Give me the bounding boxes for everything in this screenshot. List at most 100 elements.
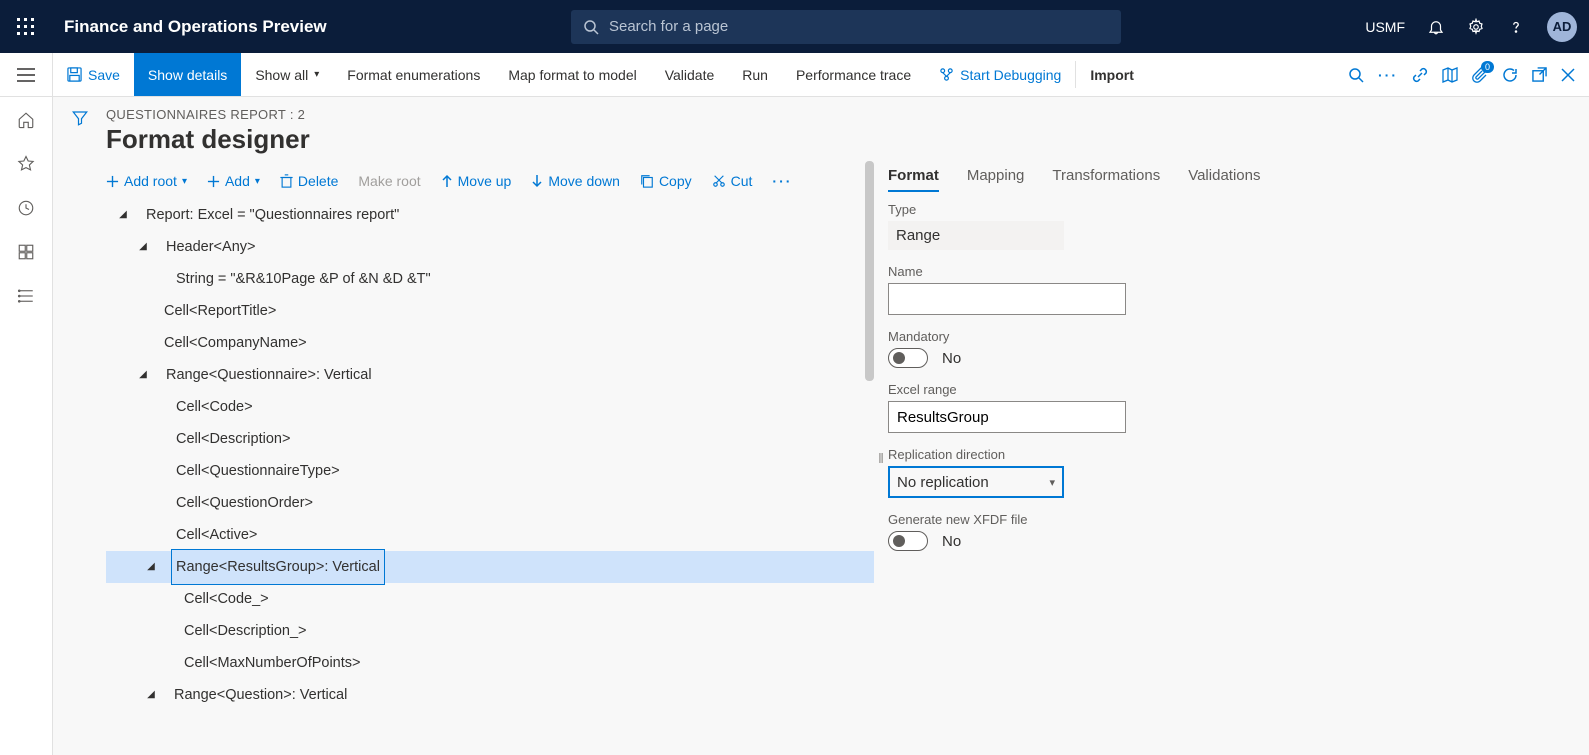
type-value: Range xyxy=(888,221,1064,250)
collapse-icon[interactable]: ◢ xyxy=(114,199,132,231)
help-icon[interactable] xyxy=(1507,18,1525,36)
chevron-down-icon: ▾ xyxy=(1049,476,1055,489)
chevron-down-icon: ▾ xyxy=(255,176,260,187)
tree-row[interactable]: ◢Header<Any> xyxy=(106,231,874,263)
refresh-icon[interactable] xyxy=(1502,67,1518,83)
search-icon xyxy=(583,19,609,35)
save-button[interactable]: Save xyxy=(53,53,134,96)
topbar-right: USMF AD xyxy=(1365,12,1577,42)
tree-row[interactable]: ◢Report: Excel = "Questionnaires report" xyxy=(106,199,874,231)
modules-icon[interactable] xyxy=(17,287,35,305)
home-icon[interactable] xyxy=(17,111,35,129)
replication-direction-label: Replication direction xyxy=(888,447,1565,462)
tab-format[interactable]: Format xyxy=(888,161,939,192)
filter-column xyxy=(53,97,106,755)
main-area: QUESTIONNAIRES REPORT : 2 Format designe… xyxy=(0,97,1589,755)
collapse-icon[interactable]: ◢ xyxy=(142,551,160,583)
close-icon[interactable] xyxy=(1561,68,1575,82)
import-button[interactable]: Import xyxy=(1076,53,1148,96)
more-ellipsis-icon[interactable]: ··· xyxy=(1378,67,1398,83)
run-button[interactable]: Run xyxy=(728,53,782,96)
tree-row[interactable]: Cell<Description> xyxy=(106,423,874,455)
tree-row[interactable]: Cell<ReportTitle> xyxy=(106,295,874,327)
attachments-badge: 0 xyxy=(1481,61,1494,73)
favorites-icon[interactable] xyxy=(17,155,35,173)
product-title: Finance and Operations Preview xyxy=(64,17,327,37)
attachments-icon[interactable]: 0 xyxy=(1472,67,1488,83)
chevron-down-icon: ▾ xyxy=(314,69,319,80)
tree-row[interactable]: String = "&R&10Page &P of &N &D &T" xyxy=(106,263,874,295)
map-icon[interactable] xyxy=(1442,67,1458,83)
workspaces-icon[interactable] xyxy=(17,243,35,261)
make-root-button: Make root xyxy=(358,173,420,189)
recent-icon[interactable] xyxy=(17,199,35,217)
tree-row[interactable]: Cell<Code_> xyxy=(106,583,874,615)
tree-row[interactable]: Cell<Code> xyxy=(106,391,874,423)
format-enumerations-button[interactable]: Format enumerations xyxy=(333,53,494,96)
format-tree[interactable]: ◢Report: Excel = "Questionnaires report"… xyxy=(106,199,874,711)
tree-row[interactable]: Cell<QuestionOrder> xyxy=(106,487,874,519)
search-input[interactable] xyxy=(609,18,1109,35)
tree-row[interactable]: Cell<CompanyName> xyxy=(106,327,874,359)
tree-row[interactable]: ◢Range<Questionnaire>: Vertical xyxy=(106,359,874,391)
hamburger-menu[interactable] xyxy=(0,53,53,96)
collapse-icon[interactable]: ◢ xyxy=(134,231,152,263)
mandatory-label: Mandatory xyxy=(888,329,1565,344)
xfdf-label: Generate new XFDF file xyxy=(888,512,1565,527)
scrollbar-thumb[interactable] xyxy=(865,161,874,381)
add-root-button[interactable]: Add root▾ xyxy=(106,173,187,189)
replication-direction-select[interactable]: No replication ▾ xyxy=(888,466,1064,498)
tree-row[interactable]: Cell<Description_> xyxy=(106,615,874,647)
tree-row[interactable]: Cell<QuestionnaireType> xyxy=(106,455,874,487)
tree-row[interactable]: Cell<MaxNumberOfPoints> xyxy=(106,647,874,679)
collapse-icon[interactable]: ◢ xyxy=(142,679,160,711)
mandatory-toggle[interactable] xyxy=(888,348,928,368)
notifications-icon[interactable] xyxy=(1427,18,1445,36)
name-input[interactable] xyxy=(888,283,1126,315)
tree-pane: Add root▾ Add▾ Delete Make root Move up … xyxy=(106,161,874,755)
performance-trace-button[interactable]: Performance trace xyxy=(782,53,925,96)
show-all-button[interactable]: Show all▾ xyxy=(241,53,333,96)
move-down-button[interactable]: Move down xyxy=(531,173,620,189)
search-command-icon[interactable] xyxy=(1348,67,1364,83)
link-icon[interactable] xyxy=(1412,67,1428,83)
page-title: Format designer xyxy=(106,124,1589,155)
delete-button[interactable]: Delete xyxy=(280,173,338,189)
xfdf-toggle[interactable] xyxy=(888,531,928,551)
tab-validations[interactable]: Validations xyxy=(1188,161,1260,192)
app-launcher-icon[interactable] xyxy=(12,13,40,41)
name-label: Name xyxy=(888,264,1565,279)
property-tabs: Format Mapping Transformations Validatio… xyxy=(888,161,1565,192)
tree-row[interactable]: ◢Range<Question>: Vertical xyxy=(106,679,874,711)
tab-transformations[interactable]: Transformations xyxy=(1052,161,1160,192)
copy-button[interactable]: Copy xyxy=(640,173,692,189)
top-bar: Finance and Operations Preview USMF AD xyxy=(0,0,1589,53)
start-debugging-button[interactable]: Start Debugging xyxy=(925,53,1075,96)
properties-pane: Format Mapping Transformations Validatio… xyxy=(888,161,1589,755)
xfdf-value: No xyxy=(942,533,961,550)
excel-range-input[interactable] xyxy=(888,401,1126,433)
tree-row[interactable]: Cell<Active> xyxy=(106,519,874,551)
excel-range-label: Excel range xyxy=(888,382,1565,397)
show-details-button[interactable]: Show details xyxy=(134,53,241,96)
pane-divider[interactable]: ‖ xyxy=(874,161,888,755)
funnel-icon[interactable] xyxy=(71,109,89,755)
tree-row-selected[interactable]: ◢Range<ResultsGroup>: Vertical xyxy=(106,551,874,583)
add-button[interactable]: Add▾ xyxy=(207,173,260,189)
popout-icon[interactable] xyxy=(1532,67,1547,82)
collapse-icon[interactable]: ◢ xyxy=(134,359,152,391)
gear-icon[interactable] xyxy=(1467,18,1485,36)
move-up-button[interactable]: Move up xyxy=(441,173,512,189)
breadcrumb: QUESTIONNAIRES REPORT : 2 xyxy=(106,107,1589,122)
left-nav xyxy=(0,97,53,755)
cut-button[interactable]: Cut xyxy=(712,173,753,189)
validate-button[interactable]: Validate xyxy=(651,53,729,96)
mandatory-value: No xyxy=(942,350,961,367)
tree-toolbar: Add root▾ Add▾ Delete Make root Move up … xyxy=(106,161,874,199)
tab-mapping[interactable]: Mapping xyxy=(967,161,1025,192)
map-format-button[interactable]: Map format to model xyxy=(494,53,650,96)
global-search[interactable] xyxy=(571,10,1121,44)
avatar[interactable]: AD xyxy=(1547,12,1577,42)
tree-more-icon[interactable]: ··· xyxy=(772,173,792,189)
company-code[interactable]: USMF xyxy=(1365,19,1405,35)
